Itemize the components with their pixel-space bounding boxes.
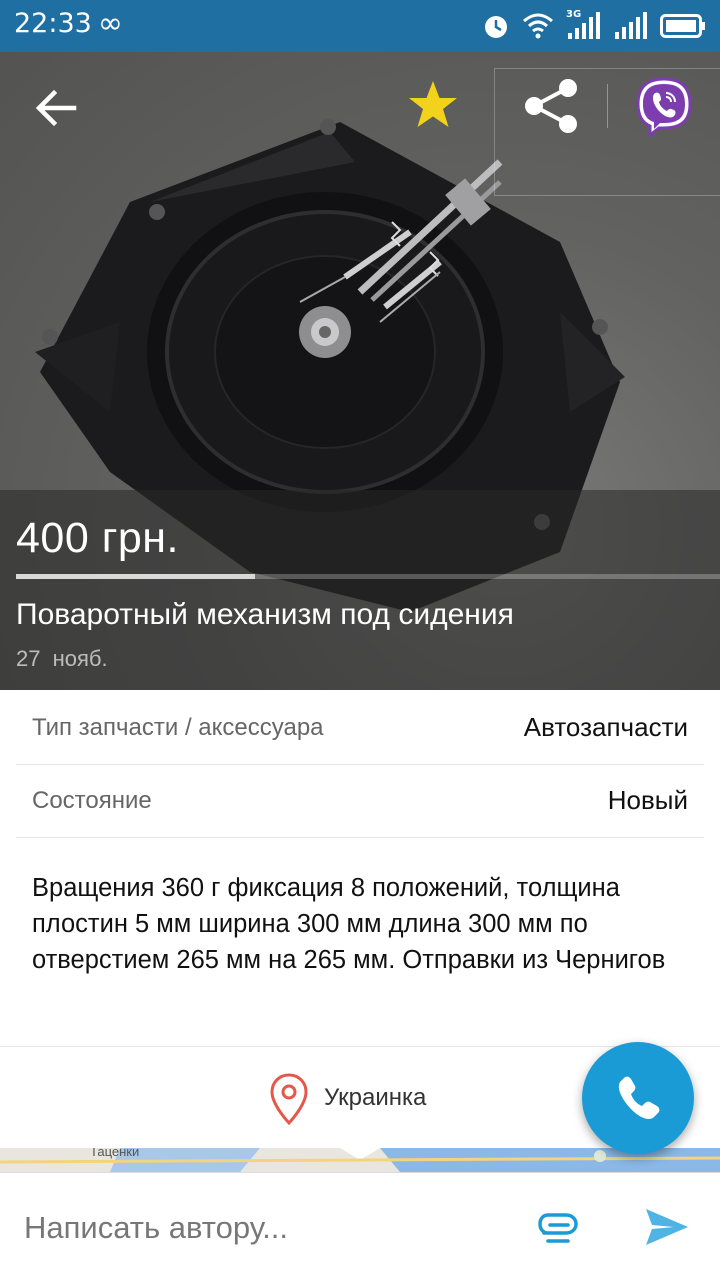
battery-icon [660,14,705,38]
call-button[interactable] [582,1042,694,1154]
status-time: 22:33 [14,8,92,39]
status-bar: 22:33 ∞ 3G [0,0,720,52]
attribute-row-condition: Состояние Новый [16,765,704,838]
photo-toolbar [0,52,720,196]
attribute-value: Автозапчасти [523,712,688,742]
share-icon[interactable] [522,76,582,136]
alarm-icon [485,16,507,38]
attribute-label: Тип запчасти / аксессуара [32,714,324,741]
signal-3g-icon: 3G [566,9,602,41]
message-compose-bar [0,1172,720,1281]
infinity-icon: ∞ [98,6,123,41]
favorite-star-icon[interactable] [406,78,460,132]
location-name: Украинка [324,1084,427,1111]
wifi-icon [523,13,553,39]
message-input[interactable] [24,1203,504,1253]
listing-date: 27 нояб. [16,646,108,671]
listing-description: Вращения 360 г фиксация 8 положений, тол… [32,874,666,974]
photo-progress-fill [16,574,256,579]
phone-icon [618,1076,660,1119]
share-divider [607,84,608,128]
attribute-row-part-type: Тип запчасти / аксессуара Автозапчасти [16,692,704,765]
attribute-label: Состояние [32,787,152,814]
status-icons: 3G [482,9,706,43]
map-place-label: Таценки [90,1148,140,1159]
attribute-value: Новый [607,785,688,815]
attachment-icon[interactable] [536,1211,582,1245]
viber-icon[interactable] [634,76,694,138]
location-pin-icon [270,1073,308,1125]
send-icon[interactable] [644,1205,690,1249]
signal-icon [615,12,647,39]
back-arrow-icon[interactable] [30,82,82,134]
listing-photo[interactable]: 400 грн. Поваротный механизм под сидения… [0,52,720,690]
photo-progress-bar [16,574,720,579]
location-map[interactable]: Таценки [0,1148,720,1172]
listing-title: Поваротный механизм под сидения [16,598,514,631]
price-label: 400 грн. [16,514,179,562]
